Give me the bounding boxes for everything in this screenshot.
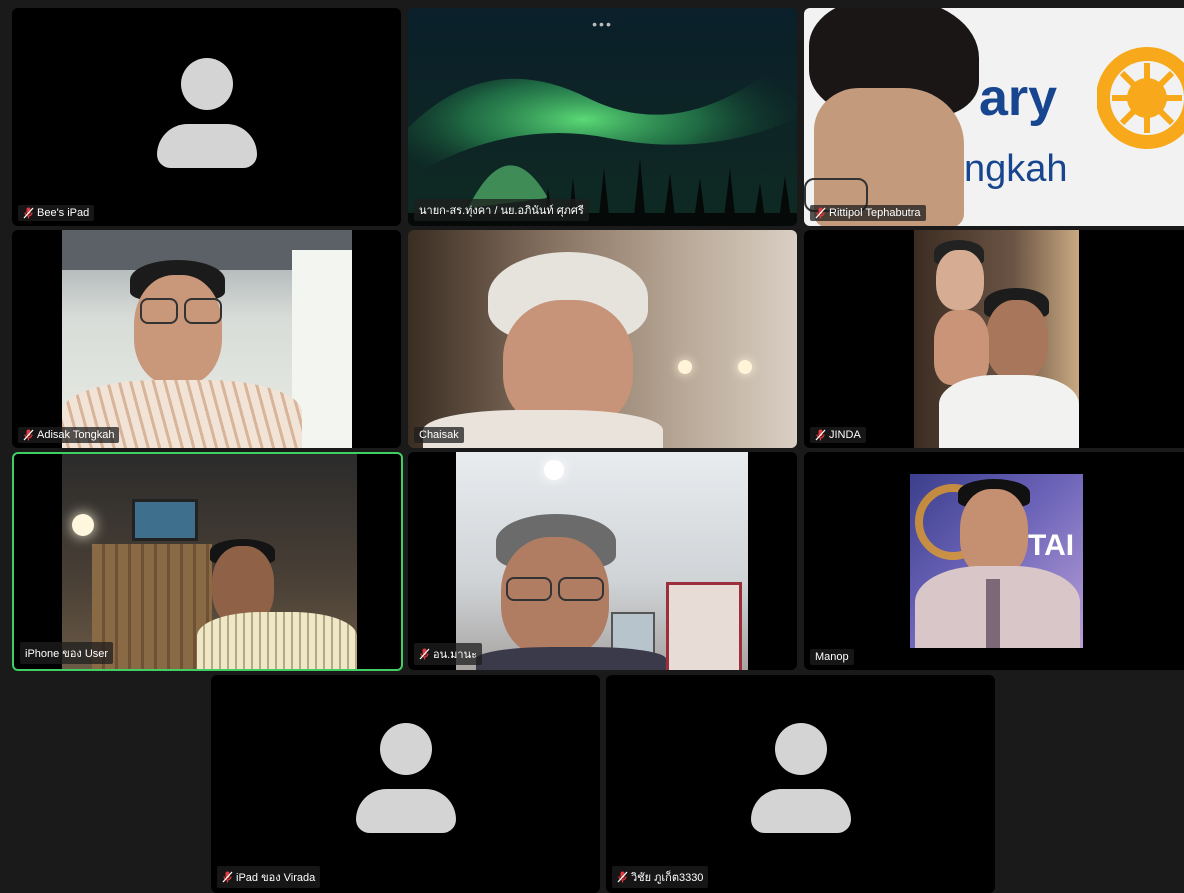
participant-name-label: นายก-สร.ทุ่งคา / นย.อภินันท์ ศุภศรี — [414, 199, 589, 221]
participant-name-label: iPad ของ Virada — [217, 866, 321, 888]
video-tile-aurora[interactable]: ••• นายก-สร.ทุ่งคา / นย.อภินันท์ ศุภศรี — [408, 8, 797, 226]
participant-video — [408, 230, 797, 448]
participant-video — [62, 454, 357, 669]
muted-mic-icon — [617, 871, 628, 883]
video-tile-manop[interactable]: TAI Manop — [804, 452, 1184, 670]
video-tile-chaisak[interactable]: Chaisak — [408, 230, 797, 448]
video-tile-wichai[interactable]: วิชัย ภูเก็ต3330 — [606, 675, 995, 893]
muted-mic-icon — [419, 648, 430, 660]
avatar-placeholder-icon — [355, 723, 456, 833]
avatar-placeholder-icon — [750, 723, 851, 833]
participant-name-label: JINDA — [810, 427, 866, 443]
participant-video-person — [804, 8, 989, 226]
rotary-banner-text-1: ary — [979, 69, 1058, 127]
muted-mic-icon — [23, 429, 34, 441]
participant-video — [62, 230, 352, 448]
participant-name-label: Rittipol Tephabutra — [810, 205, 926, 221]
aurora-background-image — [408, 8, 797, 226]
video-tile-ipad-virada[interactable]: iPad ของ Virada — [211, 675, 600, 893]
participant-video — [914, 230, 1079, 448]
participant-name-label: Manop — [810, 649, 854, 665]
poster-text: TAI — [1028, 529, 1075, 562]
participant-name-label: Adisak Tongkah — [18, 427, 120, 443]
muted-mic-icon — [815, 429, 826, 441]
participant-name-label: Bee's iPad — [18, 205, 95, 221]
muted-mic-icon — [222, 871, 233, 883]
waving-hand — [934, 310, 989, 385]
video-tile-rittipol[interactable]: ary ngkah Rittipol Tephabutra — [804, 8, 1184, 226]
participant-name-label: วิชัย ภูเก็ต3330 — [612, 866, 709, 888]
muted-mic-icon — [815, 207, 826, 219]
participant-name-label: Chaisak — [414, 427, 464, 443]
profile-photo: TAI — [910, 474, 1083, 648]
rotary-emblem-icon — [1097, 47, 1184, 149]
video-tile-bees-ipad[interactable]: Bee's iPad — [12, 8, 401, 226]
video-tile-adisak[interactable]: Adisak Tongkah — [12, 230, 401, 448]
muted-mic-icon — [23, 207, 34, 219]
avatar-placeholder-icon — [156, 58, 257, 168]
participant-name-label: อน.มานะ — [414, 643, 483, 665]
video-tile-jinda[interactable]: JINDA — [804, 230, 1184, 448]
participant-video — [456, 452, 748, 670]
more-options-icon[interactable]: ••• — [592, 16, 613, 32]
participant-name-label: iPhone ของ User — [20, 642, 114, 664]
video-tile-iphone-user-active-speaker[interactable]: iPhone ของ User — [12, 452, 403, 671]
video-tile-manaa[interactable]: อน.มานะ — [408, 452, 797, 670]
